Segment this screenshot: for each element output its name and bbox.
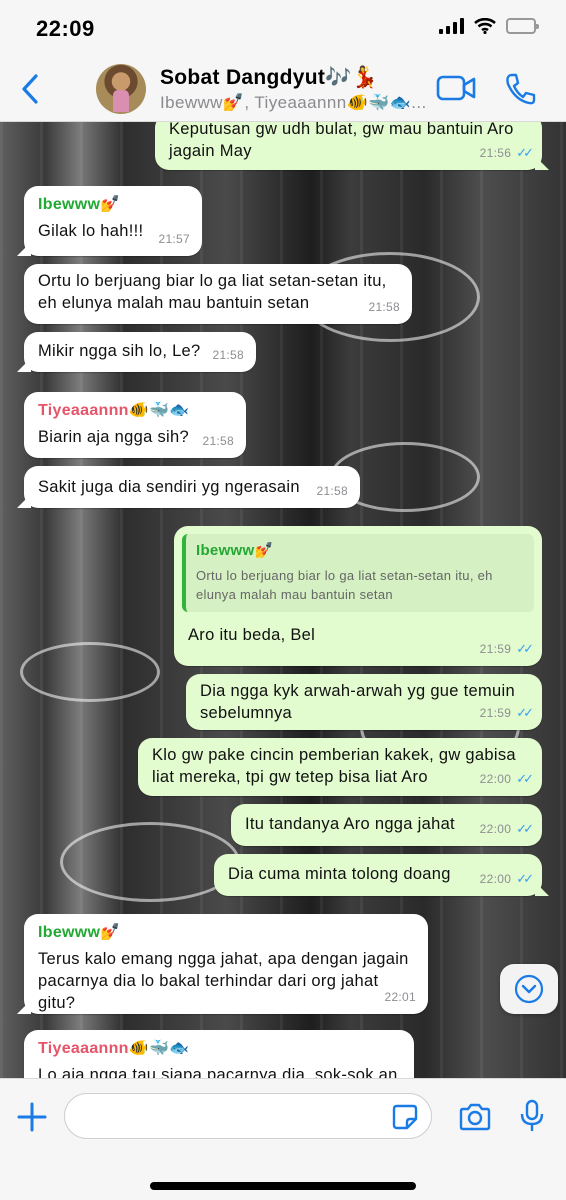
status-bar: 22:09 bbox=[0, 0, 566, 56]
message-text: Lo aja ngga tau siapa pacarnya dia, sok-… bbox=[38, 1066, 398, 1078]
message-time: 21:58 bbox=[368, 300, 400, 314]
video-call-button[interactable] bbox=[436, 74, 476, 107]
attach-button[interactable] bbox=[16, 1101, 48, 1138]
message-outgoing-reply[interactable]: Ibewww💅 Ortu lo berjuang biar lo ga liat… bbox=[174, 526, 542, 666]
message-meta: 21:58 bbox=[202, 430, 234, 452]
read-ticks-icon: ✓✓ bbox=[516, 705, 534, 720]
message-time: 22:00 bbox=[479, 822, 512, 836]
read-ticks-icon: ✓✓ bbox=[516, 145, 534, 160]
home-indicator bbox=[150, 1182, 416, 1190]
message-outgoing[interactable]: Itu tandanya Aro ngga jahat 22:00 ✓✓ bbox=[231, 804, 542, 846]
message-meta: 22:00 ✓✓ bbox=[479, 818, 534, 840]
message-sender[interactable]: Tiyeaaannn🐠🐳🐟 bbox=[38, 1038, 400, 1060]
message-meta: 22:00 ✓✓ bbox=[479, 868, 534, 890]
message-time: 21:57 bbox=[158, 232, 190, 246]
message-time: 22:00 bbox=[479, 772, 512, 786]
wifi-icon bbox=[474, 18, 496, 34]
message-incoming[interactable]: Sakit juga dia sendiri yg ngerasain 21:5… bbox=[24, 466, 360, 508]
battery-icon bbox=[506, 18, 539, 34]
voice-message-button[interactable] bbox=[520, 1099, 544, 1138]
message-sender[interactable]: Tiyeaaannn🐠🐳🐟 bbox=[38, 400, 232, 422]
message-meta: 21:59 ✓✓ bbox=[479, 638, 534, 660]
message-meta: 21:58 bbox=[316, 480, 348, 502]
message-meta: 21:57 bbox=[158, 228, 190, 250]
message-incoming[interactable]: Mikir ngga sih lo, Le? 21:58 bbox=[24, 332, 256, 372]
message-incoming[interactable]: Ibewww💅 Gilak lo hah!!! 21:57 bbox=[24, 186, 202, 256]
plus-icon bbox=[17, 1102, 47, 1132]
scroll-to-bottom-button[interactable] bbox=[500, 964, 558, 1014]
message-meta: 22:00 ✓✓ bbox=[479, 768, 534, 790]
message-outgoing[interactable]: Dia cuma minta tolong doang 22:00 ✓✓ bbox=[214, 854, 542, 896]
microphone-icon bbox=[520, 1099, 544, 1131]
camera-button[interactable] bbox=[458, 1103, 492, 1136]
message-outgoing[interactable]: Dia ngga kyk arwah-arwah yg gue temuin s… bbox=[186, 674, 542, 730]
chat-header: Sobat Dangdyut🎶💃 Ibewww💅, Tiyeaaannn🐠🐳🐟.… bbox=[0, 56, 566, 122]
message-meta: 22:01 bbox=[384, 986, 416, 1008]
sticker-icon bbox=[392, 1104, 418, 1130]
message-text: Terus kalo emang ngga jahat, apa dengan … bbox=[38, 950, 409, 1012]
chevron-down-icon bbox=[514, 974, 544, 1004]
quoted-message[interactable]: Ibewww💅 Ortu lo berjuang biar lo ga liat… bbox=[182, 534, 534, 612]
read-ticks-icon: ✓✓ bbox=[516, 871, 534, 886]
chat-title[interactable]: Sobat Dangdyut🎶💃 bbox=[160, 66, 378, 90]
message-time: 21:59 bbox=[479, 642, 512, 656]
video-call-icon bbox=[436, 75, 476, 101]
group-avatar[interactable] bbox=[96, 64, 146, 114]
read-ticks-icon: ✓✓ bbox=[516, 641, 534, 656]
camera-icon bbox=[459, 1103, 491, 1131]
message-time: 21:58 bbox=[212, 348, 244, 362]
cellular-signal-icon bbox=[439, 18, 464, 34]
back-button[interactable] bbox=[20, 73, 40, 110]
read-ticks-icon: ✓✓ bbox=[516, 821, 534, 836]
message-incoming[interactable]: Ibewww💅 Terus kalo emang ngga jahat, apa… bbox=[24, 914, 428, 1014]
voice-call-button[interactable] bbox=[504, 72, 536, 111]
message-composer-bar bbox=[0, 1078, 566, 1200]
message-incoming[interactable]: Tiyeaaannn🐠🐳🐟 Biarin aja ngga sih? 21:58 bbox=[24, 392, 246, 458]
message-sender[interactable]: Ibewww💅 bbox=[38, 922, 414, 944]
message-incoming[interactable]: Ortu lo berjuang biar lo ga liat setan-s… bbox=[24, 264, 412, 324]
message-text: Ortu lo berjuang biar lo ga liat setan-s… bbox=[38, 272, 387, 312]
message-meta: 21:58 bbox=[212, 344, 244, 366]
message-meta: 21:59 ✓✓ bbox=[479, 702, 534, 724]
message-sender[interactable]: Ibewww💅 bbox=[38, 194, 188, 216]
message-text: Mikir ngga sih lo, Le? bbox=[38, 342, 201, 360]
message-text: Keputusan gw udh bulat, gw mau bantuin A… bbox=[169, 122, 514, 160]
message-text: Sakit juga dia sendiri yg ngerasain bbox=[38, 478, 300, 496]
message-meta: 21:58 bbox=[368, 296, 400, 318]
chat-area[interactable]: Keputusan gw udh bulat, gw mau bantuin A… bbox=[0, 122, 566, 1078]
message-text: Klo gw pake cincin pemberian kakek, gw g… bbox=[152, 746, 516, 786]
phone-icon bbox=[506, 73, 536, 105]
message-time: 22:01 bbox=[384, 990, 416, 1004]
quoted-text: Ortu lo berjuang biar lo ga liat setan-s… bbox=[196, 568, 493, 602]
read-ticks-icon: ✓✓ bbox=[516, 771, 534, 786]
message-input[interactable] bbox=[64, 1093, 432, 1139]
message-time: 21:58 bbox=[316, 484, 348, 498]
message-time: 21:58 bbox=[202, 434, 234, 448]
message-time: 21:59 bbox=[479, 706, 512, 720]
back-chevron-icon bbox=[22, 74, 38, 104]
message-incoming[interactable]: Tiyeaaannn🐠🐳🐟 Lo aja ngga tau siapa paca… bbox=[24, 1030, 414, 1078]
quoted-sender: Ibewww💅 bbox=[196, 542, 274, 559]
message-time: 22:00 bbox=[479, 872, 512, 886]
message-outgoing[interactable]: Klo gw pake cincin pemberian kakek, gw g… bbox=[138, 738, 542, 796]
message-outgoing[interactable]: Keputusan gw udh bulat, gw mau bantuin A… bbox=[155, 122, 542, 170]
status-time: 22:09 bbox=[36, 16, 95, 41]
message-meta: 21:56 ✓✓ bbox=[479, 142, 534, 164]
chat-members-subtitle: Ibewww💅, Tiyeaaannn🐠🐳🐟... bbox=[160, 93, 427, 112]
sticker-button[interactable] bbox=[392, 1104, 418, 1135]
status-icons bbox=[439, 18, 539, 34]
message-time: 21:56 bbox=[479, 146, 512, 160]
